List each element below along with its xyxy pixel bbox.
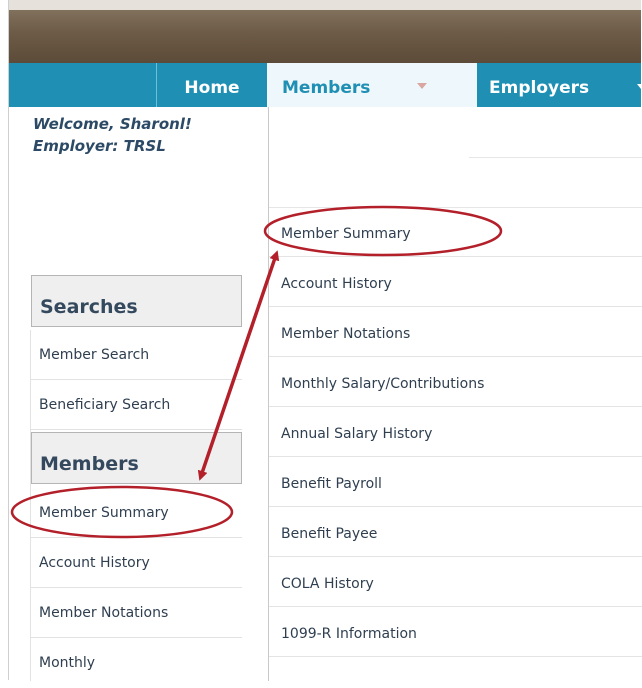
members-heading: Members [31, 432, 242, 484]
menu-separator [469, 157, 642, 158]
welcome-user: Welcome, Sharonl! [33, 115, 192, 133]
banner-top-strip [9, 0, 641, 10]
menu-item-annual-salary-history[interactable]: Annual Salary History [269, 407, 642, 457]
sidebar-item-member-summary[interactable]: Member Summary [31, 488, 242, 538]
welcome-employer: Employer: TRSL [33, 137, 166, 155]
searches-heading: Searches [31, 275, 242, 327]
sidebar-item-beneficiary-search[interactable]: Beneficiary Search [31, 380, 242, 430]
sidebar-item-account-history[interactable]: Account History [31, 538, 242, 588]
menu-item-account-history[interactable]: Account History [269, 257, 642, 307]
members-dropdown-menu: Member Summary Account History Member No… [268, 107, 642, 681]
nav-members-label: Members [282, 78, 371, 98]
nav-members[interactable]: Members [267, 63, 477, 109]
menu-item-cola-history[interactable]: COLA History [269, 557, 642, 607]
employers-dropdown-arrow-icon [637, 84, 642, 89]
menu-item-1099r-information[interactable]: 1099-R Information [269, 607, 642, 657]
sidebar-item-member-search[interactable]: Member Search [31, 330, 242, 380]
menu-item-member-summary[interactable]: Member Summary [269, 207, 642, 257]
menu-item-benefit-payroll[interactable]: Benefit Payroll [269, 457, 642, 507]
menu-item-monthly-salary-contributions[interactable]: Monthly Salary/Contributions [269, 357, 642, 407]
nav-employers[interactable]: Employers [489, 63, 629, 107]
welcome-block: Welcome, Sharonl! Employer: TRSL [33, 113, 192, 157]
nav-home[interactable]: Home [156, 63, 267, 107]
dropdown-arrow-icon [417, 83, 427, 89]
sidebar-item-member-notations[interactable]: Member Notations [31, 588, 242, 638]
header-banner [9, 0, 641, 63]
menu-item-benefit-payee[interactable]: Benefit Payee [269, 507, 642, 557]
main-navbar: Home Members Employers [9, 63, 642, 109]
menu-item-member-notations[interactable]: Member Notations [269, 307, 642, 357]
